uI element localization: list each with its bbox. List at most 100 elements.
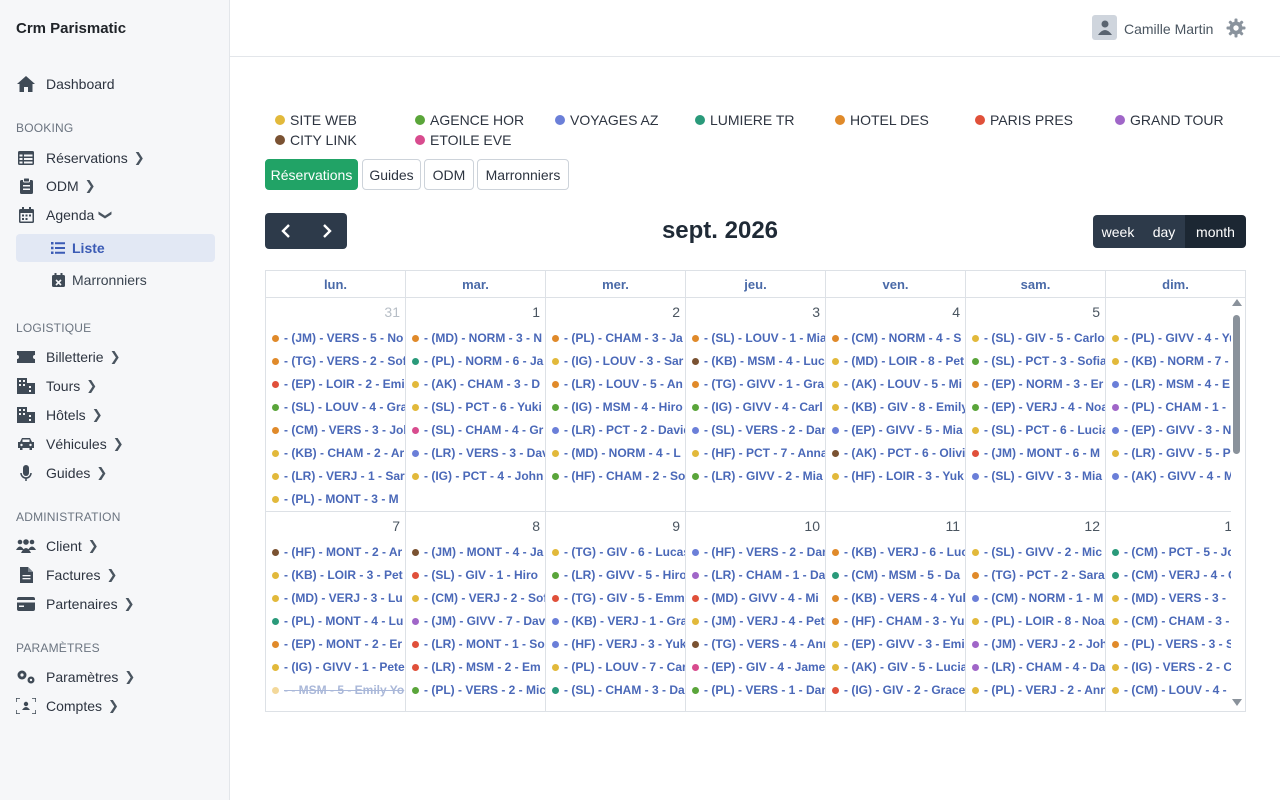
calendar-event[interactable]: - (LR) - GIVV - 5 - P [1112,444,1231,462]
calendar-event[interactable]: - (IG) - GIVV - 4 - Carl [692,398,823,416]
day-cell[interactable]: 1 - (MD) - NORM - 3 - N - (PL) - NORM - 6 … [406,298,546,512]
calendar-event[interactable]: - (EP) - GIVV - 3 - N [1112,421,1231,439]
calendar-event[interactable]: - (PL) - VERJ - 2 - Ann [972,681,1105,699]
calendar-event[interactable]: - (PL) - MONT - 4 - Lu [272,612,403,630]
day-cell[interactable]: 9 - (TG) - GIV - 6 - Lucas - (LR) - GIVV -… [546,512,686,711]
calendar-event[interactable]: - (CM) - VERJ - 2 - Sof [412,589,545,607]
calendar-event[interactable]: - (MD) - NORM - 3 - N [412,329,542,347]
calendar-event[interactable]: - (PL) - LOIR - 8 - Noa [972,612,1105,630]
calendar-event[interactable]: - (EP) - MONT - 2 - Er [272,635,402,653]
calendar-event[interactable]: - (CM) - MSM - 5 - Da [832,566,960,584]
calendar-event[interactable]: - (CM) - CHAM - 3 - [1112,612,1229,630]
sidebar-item-tours[interactable]: Tours ❯ [16,374,97,398]
calendar-event[interactable]: - (SL) - PCT - 6 - Lucia [972,421,1105,439]
calendar-event[interactable]: - (EP) - GIVV - 5 - Mia [832,421,963,439]
sidebar-item-vehicules[interactable]: Véhicules ❯ [16,432,124,456]
calendar-event[interactable]: - (AK) - CHAM - 3 - D [412,375,540,393]
tab-odm[interactable]: ODM [424,159,474,190]
calendar-event[interactable]: - (MD) - NORM - 4 - L [552,444,681,462]
sidebar-item-reservations[interactable]: Réservations ❯ [16,146,145,170]
calendar-event[interactable]: - (KB) - LOIR - 3 - Pet [272,566,403,584]
calendar-event[interactable]: - (SL) - CHAM - 4 - Gr [412,421,543,439]
calendar-event[interactable]: - (SL) - GIVV - 2 - Mic [972,543,1102,561]
day-number[interactable]: 5 [1092,304,1100,320]
calendar-event[interactable]: - (SL) - LOUV - 4 - Gra [272,398,405,416]
calendar-event[interactable]: - (CM) - VERJ - 4 - C [1112,566,1231,584]
calendar-event[interactable]: - (KB) - CHAM - 2 - Ar [272,444,404,462]
calendar-event[interactable]: - (CM) - LOUV - 4 - [1112,681,1227,699]
calendar-event[interactable]: - (TG) - VERS - 2 - Sof [272,352,405,370]
calendar-event[interactable]: - (PL) - VERS - 2 - Mic [412,681,545,699]
calendar-event[interactable]: - - MSM - 5 - Emily Yo [272,681,404,699]
day-cell[interactable]: 7 - (HF) - MONT - 2 - Ar - (KB) - LOIR - 3… [266,512,406,711]
calendar-event[interactable]: - (KB) - NORM - 7 - [1112,352,1229,370]
calendar-event[interactable]: - (TG) - GIV - 5 - Emm [552,589,685,607]
calendar-event[interactable]: - (KB) - MSM - 4 - Luc [692,352,825,370]
calendar-event[interactable]: - (LR) - GIVV - 5 - Hiro [552,566,685,584]
calendar-event[interactable]: - (LR) - MONT - 1 - So [412,635,545,653]
day-number[interactable]: 9 [672,518,680,534]
calendar-event[interactable]: - (PL) - CHAM - 3 - Ja [552,329,683,347]
calendar-event[interactable]: - (CM) - VERS - 3 - Jol [272,421,405,439]
calendar-event[interactable]: - (PL) - NORM - 6 - Ja [412,352,543,370]
calendar-event[interactable]: - (MD) - LOIR - 8 - Pet [832,352,964,370]
calendar-event[interactable]: - (MD) - VERJ - 3 - Lu [272,589,403,607]
gear-icon[interactable] [1226,18,1248,40]
calendar-event[interactable]: - (LR) - VERJ - 1 - Sara [272,467,405,485]
day-number[interactable]: 8 [532,518,540,534]
day-cell[interactable]: 6- (PL) - GIVV - 4 - Yu- (KB) - NORM - 7… [1106,298,1231,512]
calendar-event[interactable]: - (EP) - GIV - 4 - James [692,658,825,676]
sidebar-item-dashboard[interactable]: Dashboard [16,72,115,96]
calendar-event[interactable]: - (EP) - GIVV - 3 - Emi [832,635,965,653]
calendar-event[interactable]: - (LR) - CHAM - 4 - Da [972,658,1105,676]
calendar-event[interactable]: - (IG) - LOUV - 3 - Sar [552,352,683,370]
calendar-event[interactable]: - (JM) - VERS - 5 - No [272,329,403,347]
calendar-event[interactable]: - (HF) - CHAM - 2 - So [552,467,685,485]
calendar-event[interactable]: - (JM) - VERJ - 2 - Joh [972,635,1105,653]
calendar-event[interactable]: - (LR) - PCT - 2 - David [552,421,685,439]
calendar-event[interactable]: - (JM) - VERJ - 4 - Pet [692,612,825,630]
calendar-event[interactable]: - (IG) - GIVV - 1 - Pete [272,658,405,676]
sidebar-item-billetterie[interactable]: Billetterie ❯ [16,345,121,369]
day-number[interactable]: 10 [804,518,820,534]
day-number[interactable]: 31 [384,304,400,320]
calendar-event[interactable]: - (PL) - VERS - 1 - Dan [692,681,825,699]
calendar-event[interactable]: - (AK) - GIV - 5 - Lucia [832,658,965,676]
calendar-event[interactable]: - (EP) - VERJ - 4 - Noa [972,398,1105,416]
scroll-down-arrow-icon[interactable] [1232,699,1242,706]
calendar-event[interactable]: - (IG) - VERS - 2 - C [1112,658,1231,676]
calendar-event[interactable]: - (SL) - GIVV - 3 - Mia [972,467,1102,485]
sidebar-item-client[interactable]: Client ❯ [16,534,99,558]
calendar-event[interactable]: - (EP) - NORM - 3 - Er [972,375,1103,393]
tab-marronniers[interactable]: Marronniers [477,159,569,190]
calendar-event[interactable]: - (JM) - GIVV - 7 - Dav [412,612,545,630]
day-cell[interactable]: 12 - (SL) - GIVV - 2 - Mic - (TG) - PCT - … [966,512,1106,711]
calendar-event[interactable]: - (HF) - VERJ - 3 - Yuk [552,635,685,653]
calendar-event[interactable]: - (LR) - GIVV - 2 - Mia [692,467,823,485]
sidebar-item-guides[interactable]: Guides ❯ [16,461,107,485]
prev-button[interactable] [265,213,306,249]
calendar-event[interactable]: - (SL) - VERS - 2 - Dan [692,421,825,439]
calendar-event[interactable]: - (HF) - LOIR - 3 - Yuk [832,467,964,485]
scroll-thumb[interactable] [1233,315,1240,454]
calendar-event[interactable]: - (LR) - LOUV - 5 - An [552,375,683,393]
calendar-event[interactable]: - (HF) - MONT - 2 - Ar [272,543,402,561]
day-number[interactable]: 11 [945,518,960,534]
calendar-event[interactable]: - (SL) - PCT - 3 - Sofia [972,352,1105,370]
tab-guides[interactable]: Guides [362,159,421,190]
calendar-event[interactable]: - (IG) - MSM - 4 - Hiro [552,398,683,416]
view-week-button[interactable]: week [1093,215,1143,248]
calendar-event[interactable]: - (CM) - NORM - 1 - M [972,589,1103,607]
calendar-event[interactable]: - (KB) - VERJ - 6 - Luc [832,543,965,561]
calendar-event[interactable]: - (SL) - CHAM - 3 - Da [552,681,685,699]
calendar-event[interactable]: - (HF) - CHAM - 3 - Yu [832,612,964,630]
calendar-scrollbar[interactable] [1230,298,1244,711]
calendar-event[interactable]: - (HF) - VERS - 2 - Dan [692,543,825,561]
calendar-event[interactable]: - (JM) - MONT - 6 - M [972,444,1100,462]
calendar-event[interactable]: - (KB) - VERS - 4 - Yuk [832,589,965,607]
calendar-event[interactable]: - (AK) - PCT - 6 - Olivi [832,444,965,462]
calendar-event[interactable]: - (SL) - GIV - 5 - Carlo [972,329,1105,347]
day-cell[interactable]: 4 - (CM) - NORM - 4 - S - (MD) - LOIR - 8 … [826,298,966,512]
calendar-event[interactable]: - (LR) - VERS - 3 - Dav [412,444,545,462]
calendar-event[interactable]: - (TG) - VERS - 4 - Ann [692,635,825,653]
